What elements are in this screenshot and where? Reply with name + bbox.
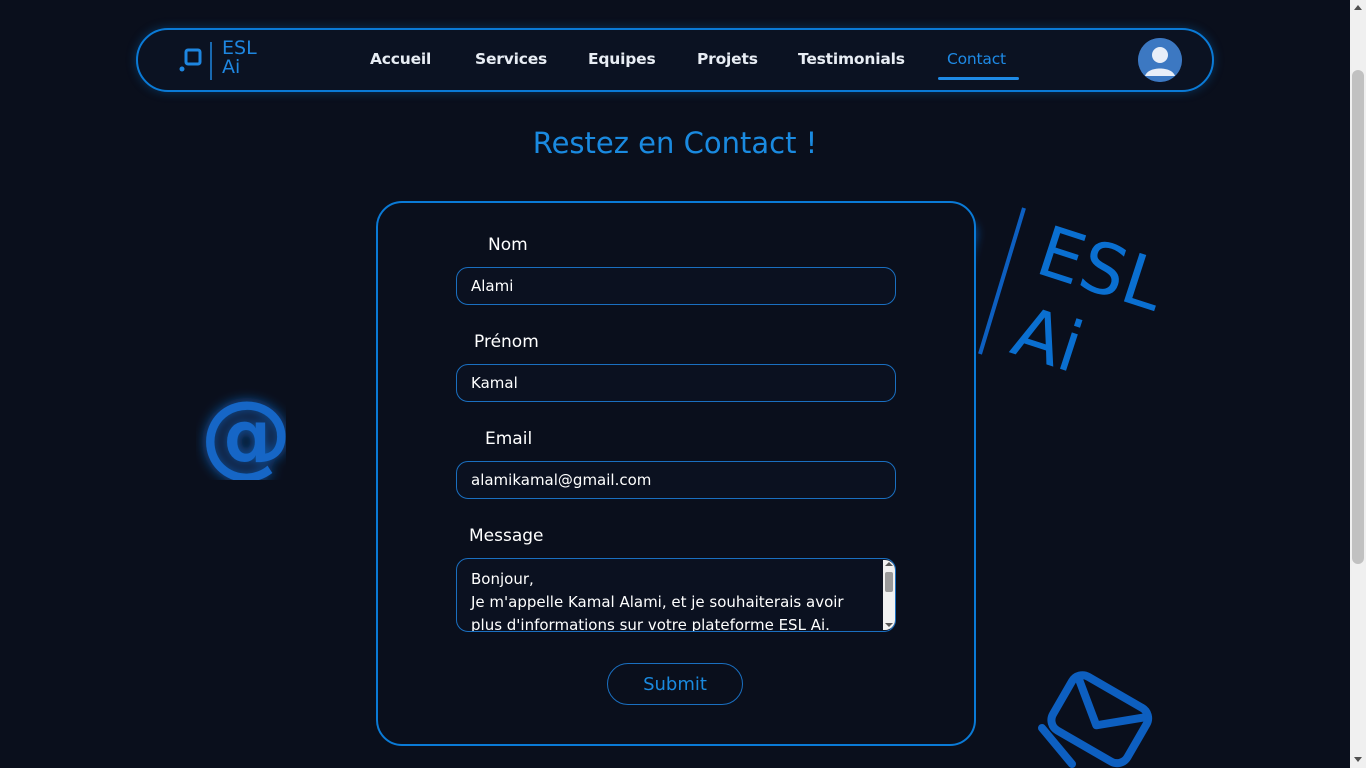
user-avatar-icon [1138,38,1182,82]
contact-form: Nom Prénom Email Message Bonjour, Je m'a… [376,201,976,746]
prenom-input[interactable] [456,364,896,402]
nav-item-services[interactable]: Services [475,50,547,68]
svg-text:Ai: Ai [1003,290,1092,389]
message-scrollbar-thumb[interactable] [885,572,893,592]
page-scroll-up-icon[interactable] [1354,5,1362,10]
page-scrollbar-thumb[interactable] [1352,70,1364,564]
logo-square-icon [179,42,212,80]
at-sign-icon: @ [200,381,286,480]
submit-button[interactable]: Submit [607,663,743,705]
email-input[interactable] [456,461,896,499]
nav-item-contact[interactable]: Contact [947,50,1006,68]
email-label: Email [485,429,533,449]
page-title: Restez en Contact ! [532,126,818,160]
brand-name: ESL Ai [222,37,257,78]
active-nav-underline [938,77,1019,80]
page-scroll-down-icon[interactable] [1354,757,1362,762]
scroll-up-icon[interactable] [885,562,893,566]
nom-label: Nom [488,235,528,255]
nav-item-testimonials[interactable]: Testimonials [798,50,905,68]
scroll-down-icon[interactable] [885,623,893,627]
brand-logo[interactable]: ESL Ai [178,37,268,82]
page: ESL Ai Accueil Services Equipes Projets … [0,0,1350,768]
page-scrollbar[interactable] [1350,0,1366,768]
navbar: ESL Ai Accueil Services Equipes Projets … [136,28,1214,92]
prenom-label: Prénom [474,332,539,352]
nav-item-accueil[interactable]: Accueil [370,50,431,68]
svg-text:@: @ [200,381,286,480]
message-label: Message [469,526,544,546]
message-textarea[interactable]: Bonjour, Je m'appelle Kamal Alami, et je… [456,558,896,632]
nav-item-projets[interactable]: Projets [697,50,758,68]
message-scrollbar[interactable] [883,560,895,630]
nom-input[interactable] [456,267,896,305]
nav-item-equipes[interactable]: Equipes [588,50,656,68]
envelope-icon [1038,671,1153,768]
user-avatar[interactable] [1138,38,1182,82]
